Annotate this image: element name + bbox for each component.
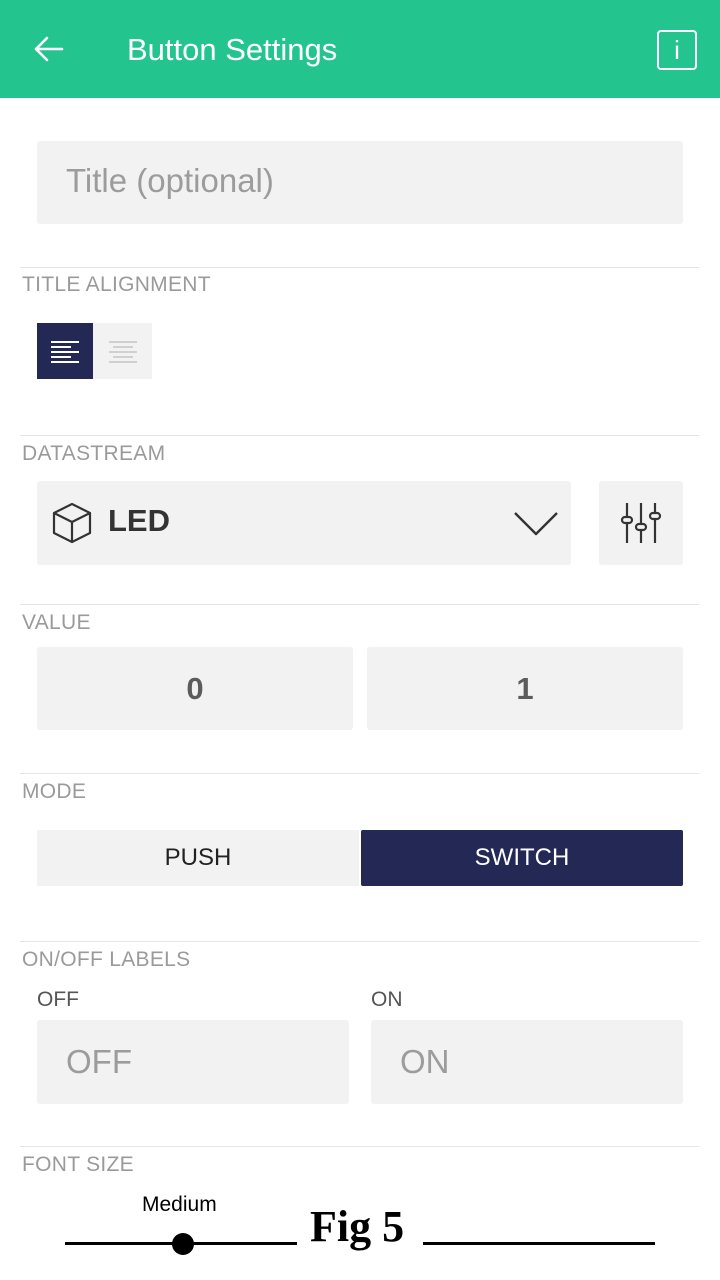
title-input[interactable]: Title (optional) [37,141,683,224]
info-button[interactable]: i [657,30,697,70]
page-title: Button Settings [127,32,338,67]
align-center-button[interactable] [93,323,152,379]
back-button[interactable] [28,28,70,70]
divider [20,1146,699,1147]
divider [20,267,699,268]
font-size-slider-thumb[interactable] [172,1233,194,1255]
title-alignment-label: TITLE ALIGNMENT [22,273,211,296]
value-max-input[interactable]: 1 [367,647,683,730]
divider [20,941,699,942]
value-min-input[interactable]: 0 [37,647,353,730]
divider [20,773,699,774]
info-icon: i [674,35,680,65]
align-left-button[interactable] [37,323,93,379]
font-size-slider-track-end [423,1242,655,1245]
font-size-value: Medium [142,1193,217,1216]
on-label-input[interactable]: ON [371,1020,683,1104]
datastream-select[interactable]: LED [37,481,571,565]
app-bar: Button Settings i [0,0,720,98]
off-label-input[interactable]: OFF [37,1020,349,1104]
arrow-left-icon [34,36,64,62]
mode-switch-button[interactable]: SWITCH [361,830,683,886]
off-caption: OFF [37,988,79,1011]
align-left-icon [51,341,79,363]
figure-caption: Fig 5 [310,1202,405,1251]
font-size-label: FONT SIZE [22,1153,134,1176]
on-caption: ON [371,988,403,1011]
sliders-icon [620,503,662,543]
off-label-placeholder: OFF [66,1043,132,1080]
cube-icon [52,502,92,544]
mode-label: MODE [22,780,87,803]
datastream-value: LED [108,503,170,538]
divider [20,604,699,605]
on-label-placeholder: ON [400,1043,450,1080]
on-off-labels-label: ON/OFF LABELS [22,948,191,971]
divider [20,435,699,436]
datastream-label: DATASTREAM [22,442,166,465]
align-center-icon [109,341,137,363]
mode-push-button[interactable]: PUSH [37,830,359,886]
title-input-placeholder: Title (optional) [66,162,274,199]
value-label: VALUE [22,611,91,634]
datastream-settings-button[interactable] [599,481,683,565]
chevron-down-icon [514,512,558,536]
